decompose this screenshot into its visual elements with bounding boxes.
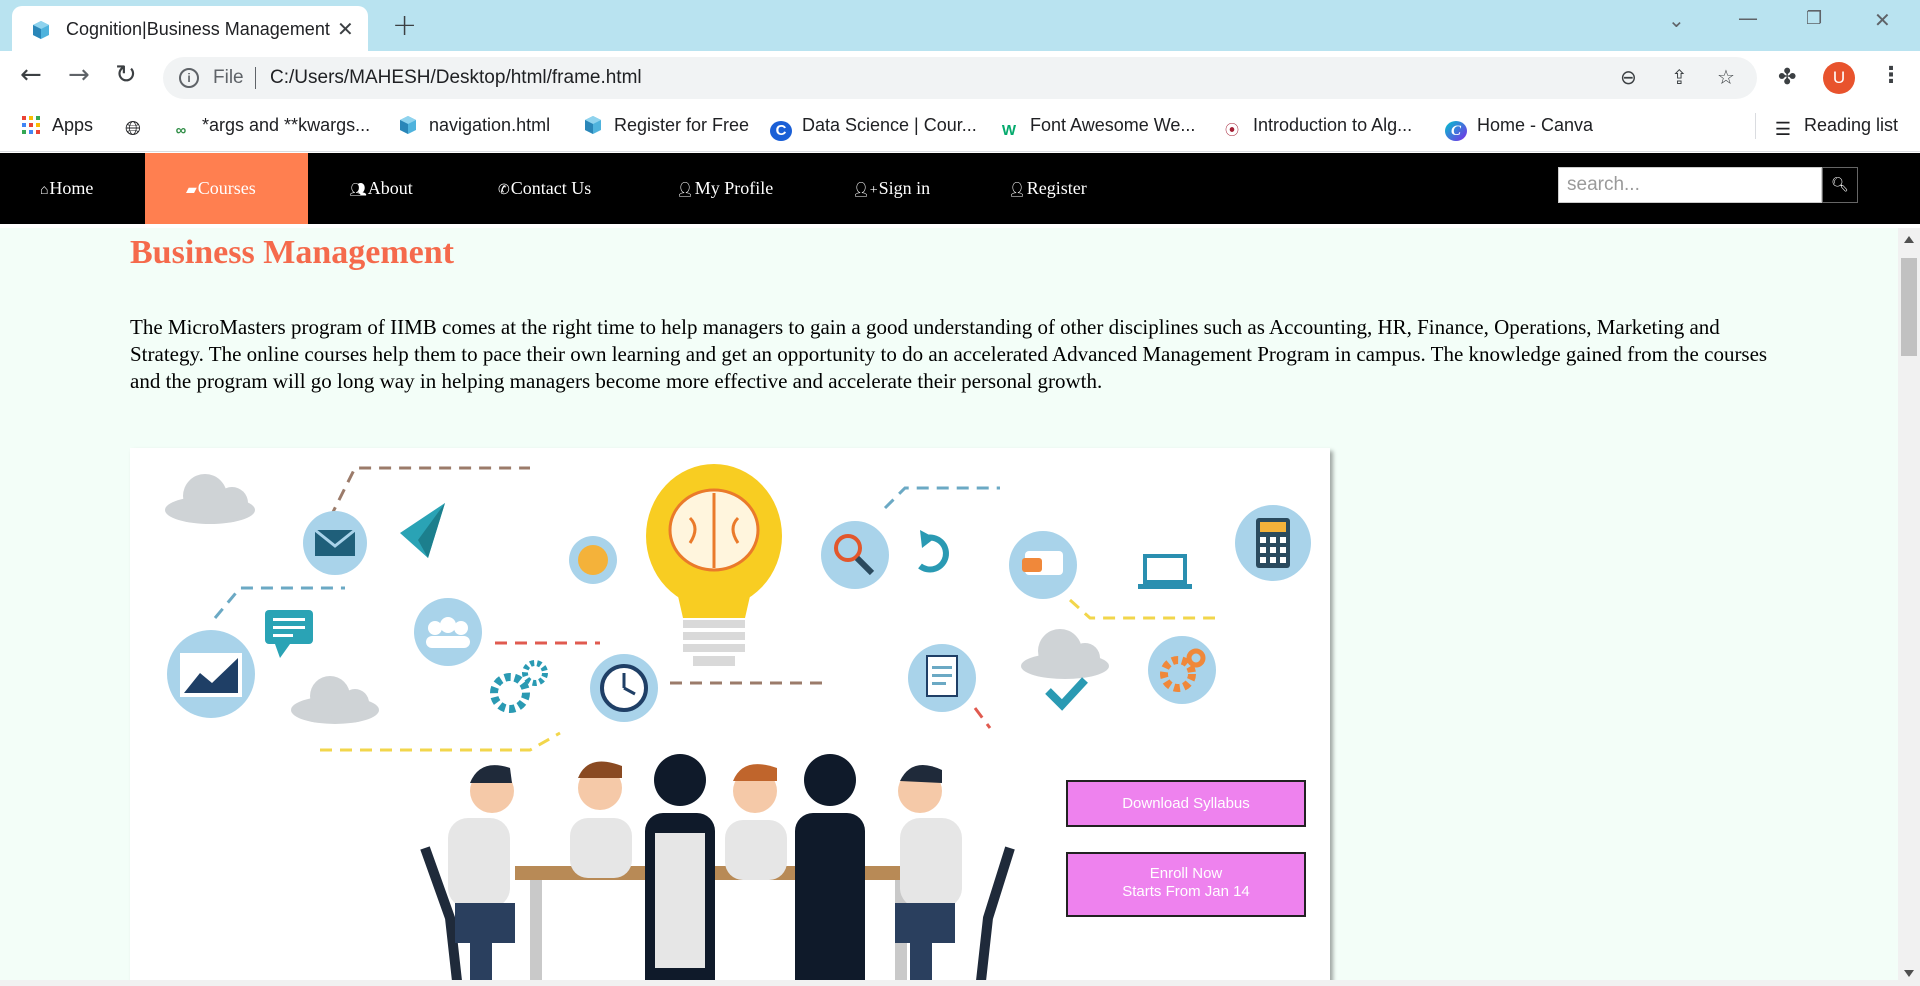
w3schools-icon: W — [1001, 122, 1017, 139]
share-icon[interactable]: ⇪ — [1671, 65, 1688, 89]
reading-list-icon: ☰ — [1774, 119, 1792, 139]
book-icon: ▰ — [186, 183, 197, 198]
download-syllabus-button[interactable]: Download Syllabus — [1066, 780, 1306, 827]
tab-search-icon[interactable]: ⌄ — [1668, 8, 1685, 32]
file-icon — [397, 115, 419, 135]
scroll-up-icon[interactable] — [1904, 236, 1914, 243]
page-content: Business Management The MicroMasters pro… — [0, 228, 1898, 986]
bookmarks-bar: Apps 🌐︎ ∞ *args and **kwargs... navigatio… — [0, 107, 1920, 152]
nav-profile-label: My Profile — [694, 178, 774, 198]
user-plus-icon: 👤︎+ — [852, 183, 878, 198]
site-navbar: ⌂Home ▰Courses 👥︎About ✆Contact Us 👤︎My … — [0, 153, 1920, 224]
users-icon: 👥︎ — [349, 183, 367, 198]
bookmark-algorithms[interactable]: ⦿ Introduction to Alg... — [1221, 115, 1412, 141]
user-icon: 👤︎ — [1008, 183, 1026, 198]
reload-icon[interactable]: ↻ — [115, 60, 137, 90]
mit-icon: ⦿ — [1225, 122, 1239, 138]
new-tab-icon[interactable]: + — [392, 8, 417, 43]
more-menu-icon[interactable]: ⋮ — [1880, 63, 1902, 88]
nav-register-label: Register — [1026, 178, 1087, 198]
url-divider — [255, 67, 256, 89]
profile-avatar[interactable]: U — [1823, 62, 1855, 94]
nav-signin-label: Sign in — [878, 178, 931, 198]
reading-list-label: Reading list — [1804, 115, 1899, 135]
bookmark-label: *args and **kwargs... — [202, 115, 371, 135]
bookmark-args-kwargs[interactable]: ∞ *args and **kwargs... — [170, 115, 370, 141]
bookmark-data-science[interactable]: C Data Science | Cour... — [770, 115, 977, 141]
enroll-label: Enroll Now — [1149, 865, 1223, 882]
tab-title: Cognition|Business Management — [66, 19, 330, 39]
bookmark-apps[interactable]: Apps — [20, 115, 93, 141]
bookmark-label: Register for Free — [614, 115, 750, 135]
bookmark-navigation[interactable]: navigation.html — [397, 115, 550, 141]
nav-contact[interactable]: ✆Contact Us — [498, 153, 591, 224]
bookmark-globe[interactable]: 🌐︎ — [122, 115, 154, 141]
nav-about[interactable]: 👥︎About — [349, 153, 413, 224]
user-icon: 👤︎ — [676, 183, 694, 198]
bottom-strip — [0, 980, 1898, 986]
vertical-scrollbar[interactable] — [1898, 228, 1920, 986]
url-text[interactable]: C:/Users/MAHESH/Desktop/html/frame.html — [270, 67, 642, 89]
bookmarks-divider — [1755, 113, 1756, 139]
scrollbar-thumb[interactable] — [1901, 258, 1917, 356]
bookmark-label: Data Science | Cour... — [802, 115, 977, 135]
tab-strip: Cognition|Business Management ✕ + ⌄ — ❐ … — [0, 0, 1920, 51]
phone-icon: ✆ — [498, 183, 510, 198]
bookmark-star-icon[interactable]: ☆ — [1717, 65, 1735, 89]
search-button[interactable]: 🔍︎ — [1822, 167, 1858, 203]
info-icon[interactable]: i — [179, 68, 199, 88]
enroll-now-button[interactable]: Enroll Now Starts From Jan 14 — [1066, 852, 1306, 917]
course-hero-image: Download Syllabus Enroll Now Starts From… — [130, 448, 1330, 986]
bookmark-canva[interactable]: C Home - Canva — [1445, 115, 1593, 141]
extensions-icon[interactable]: ✤ — [1778, 65, 1796, 90]
nav-courses-label: Courses — [197, 178, 256, 198]
scroll-down-icon[interactable] — [1904, 970, 1914, 977]
window-close-icon[interactable]: ✕ — [1874, 8, 1891, 32]
address-bar[interactable]: i File C:/Users/MAHESH/Desktop/html/fram… — [163, 57, 1757, 99]
page-title: Business Management — [130, 234, 454, 271]
search-icon: 🔍︎ — [1831, 177, 1849, 193]
coursera-icon: C — [770, 121, 792, 141]
browser-tab[interactable]: Cognition|Business Management ✕ — [12, 6, 368, 51]
nav-signin[interactable]: 👤︎+Sign in — [852, 153, 930, 224]
nav-register[interactable]: 👤︎Register — [1008, 153, 1087, 224]
back-arrow-icon[interactable]: ← — [20, 60, 42, 90]
bookmark-label: Introduction to Alg... — [1253, 115, 1413, 135]
home-icon: ⌂ — [40, 183, 49, 198]
restore-icon[interactable]: ❐ — [1806, 8, 1822, 29]
enroll-start-date: Starts From Jan 14 — [1122, 883, 1250, 900]
browser-toolbar: ← → ↻ i File C:/Users/MAHESH/Desktop/htm… — [0, 51, 1920, 107]
bookmark-register[interactable]: Register for Free — [582, 115, 749, 141]
forward-arrow-icon[interactable]: → — [68, 60, 90, 90]
nav-contact-label: Contact Us — [510, 178, 592, 198]
bookmark-label: navigation.html — [429, 115, 551, 135]
apps-grid-icon — [20, 115, 42, 135]
search-input[interactable] — [1558, 167, 1822, 203]
bookmark-label: Font Awesome We... — [1030, 115, 1196, 135]
file-icon — [33, 21, 49, 39]
bookmark-label: Apps — [52, 115, 94, 135]
nav-courses[interactable]: ▰Courses — [145, 153, 308, 224]
course-description: The MicroMasters program of IIMB comes a… — [130, 315, 1768, 393]
nav-profile[interactable]: 👤︎My Profile — [676, 153, 773, 224]
nav-home[interactable]: ⌂Home — [40, 153, 93, 224]
nav-home-label: Home — [49, 178, 94, 198]
geeksforgeeks-icon: ∞ — [175, 122, 187, 139]
zoom-icon[interactable]: ⊖ — [1620, 65, 1637, 89]
close-tab-icon[interactable]: ✕ — [337, 17, 354, 41]
reading-list-button[interactable]: ☰ Reading list — [1772, 115, 1898, 141]
globe-icon: 🌐︎ — [125, 118, 141, 140]
url-scheme: File — [213, 67, 244, 88]
nav-about-label: About — [367, 178, 413, 198]
bookmark-label: Home - Canva — [1477, 115, 1594, 135]
minimize-icon[interactable]: — — [1738, 6, 1758, 30]
file-icon — [582, 115, 604, 135]
bookmark-font-awesome[interactable]: W Font Awesome We... — [998, 115, 1196, 141]
canva-icon: C — [1445, 121, 1467, 141]
